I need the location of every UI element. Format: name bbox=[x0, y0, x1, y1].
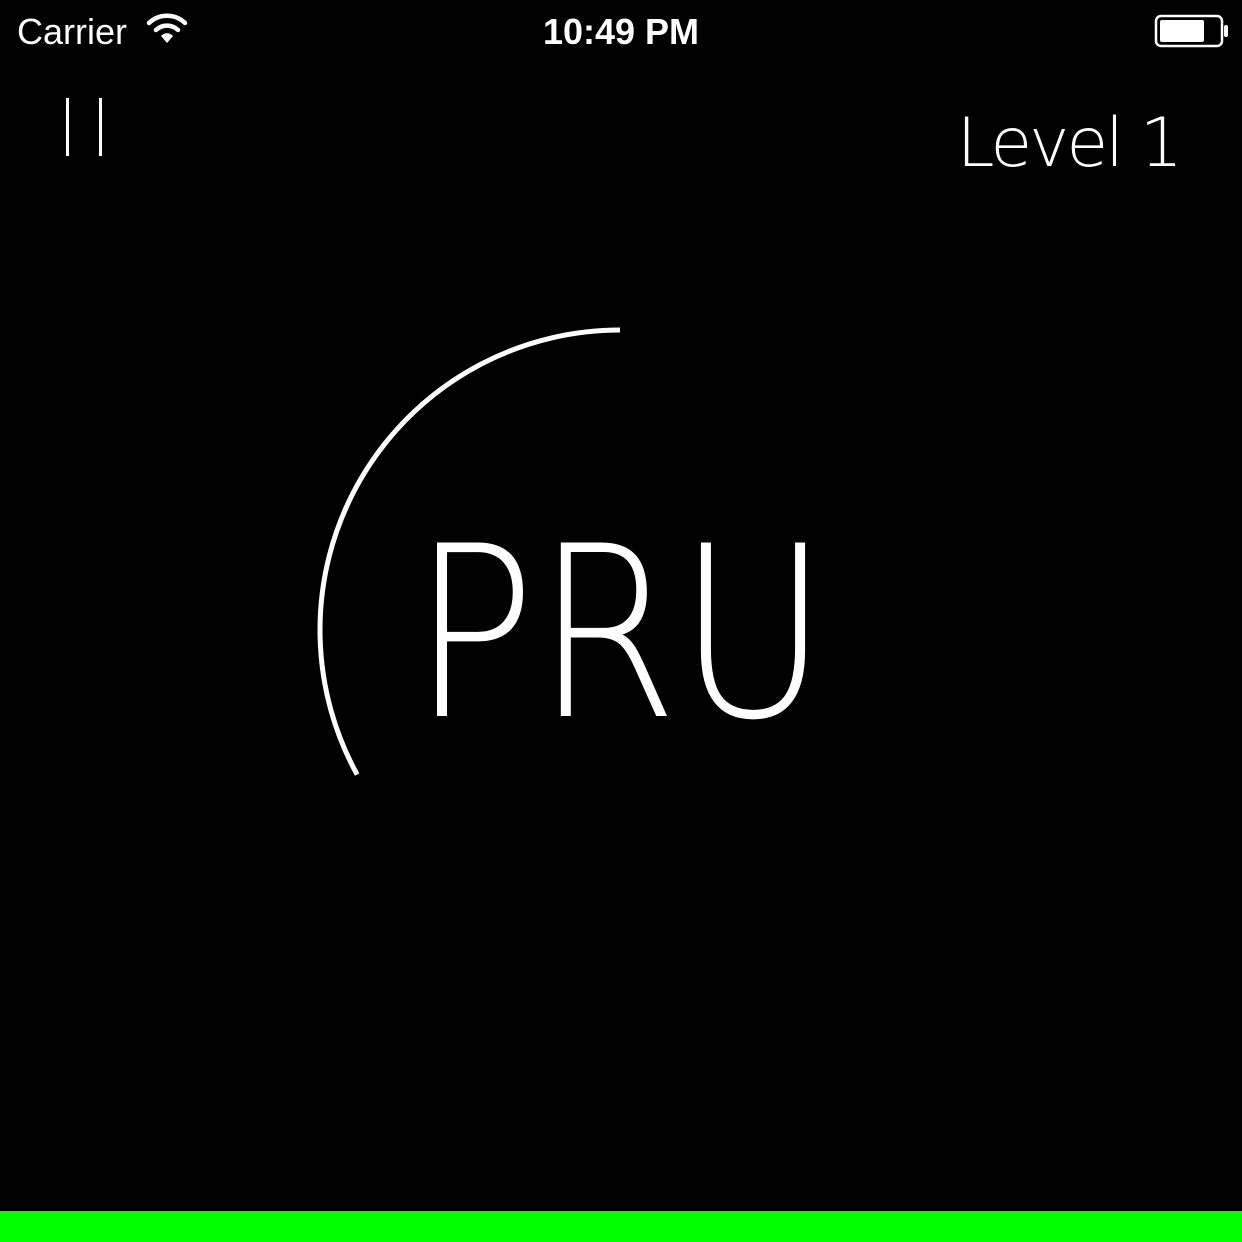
timer-bar bbox=[0, 1211, 1242, 1242]
game-screen: Carrier 10:49 PM Level 1 PRU bbox=[0, 0, 1242, 1242]
timer-bar-fill bbox=[0, 1211, 1242, 1242]
word-display[interactable]: PRU bbox=[0, 0, 1242, 1242]
target-word: PRU bbox=[412, 496, 828, 773]
